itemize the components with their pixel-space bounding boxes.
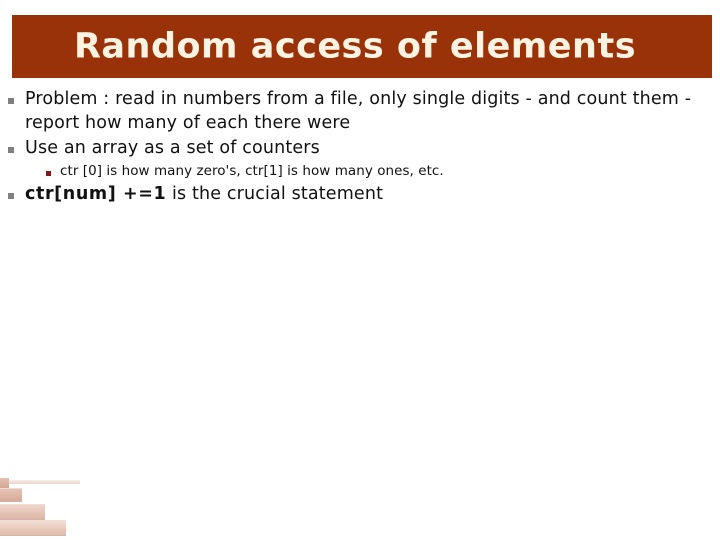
bullet-item-3: ctr[num] +=1 is the crucial statement: [8, 183, 714, 207]
bullet-text: Use an array as a set of counters: [25, 138, 320, 159]
bullet-square-icon: [8, 98, 14, 104]
stair-step-1: [0, 488, 22, 502]
bullet-square-icon: [8, 147, 14, 154]
stair-step-4: [0, 480, 80, 484]
stair-sliver: [0, 478, 9, 488]
slide-title: Random access of elements: [73, 26, 637, 66]
bullet-text-group: ctr[num] +=1 is the crucial statement: [25, 183, 714, 207]
slide-canvas: Random access of elements Problem : read…: [0, 0, 720, 540]
bullet-text: is the crucial statement: [166, 184, 384, 205]
bullet-item-2: Use an array as a set of counters: [8, 137, 714, 161]
bullet-text: Problem : read in numbers from a file, o…: [25, 89, 692, 133]
bullet-item-1: Problem : read in numbers from a file, o…: [8, 88, 714, 135]
stair-step-3: [0, 520, 66, 536]
sub-bullet-item-1: ctr [0] is how many zero's, ctr[1] is ho…: [8, 163, 714, 181]
slide-title-banner: Random access of elements: [12, 15, 712, 78]
slide-body: Problem : read in numbers from a file, o…: [8, 88, 714, 209]
stair-step-2: [0, 504, 45, 520]
code-snippet: ctr[num] +=1: [25, 184, 167, 205]
sub-bullet-text: ctr [0] is how many zero's, ctr[1] is ho…: [60, 162, 444, 179]
sub-bullet-square-icon: [46, 170, 51, 176]
stair-decoration: [0, 478, 190, 540]
bullet-square-icon: [8, 193, 14, 200]
